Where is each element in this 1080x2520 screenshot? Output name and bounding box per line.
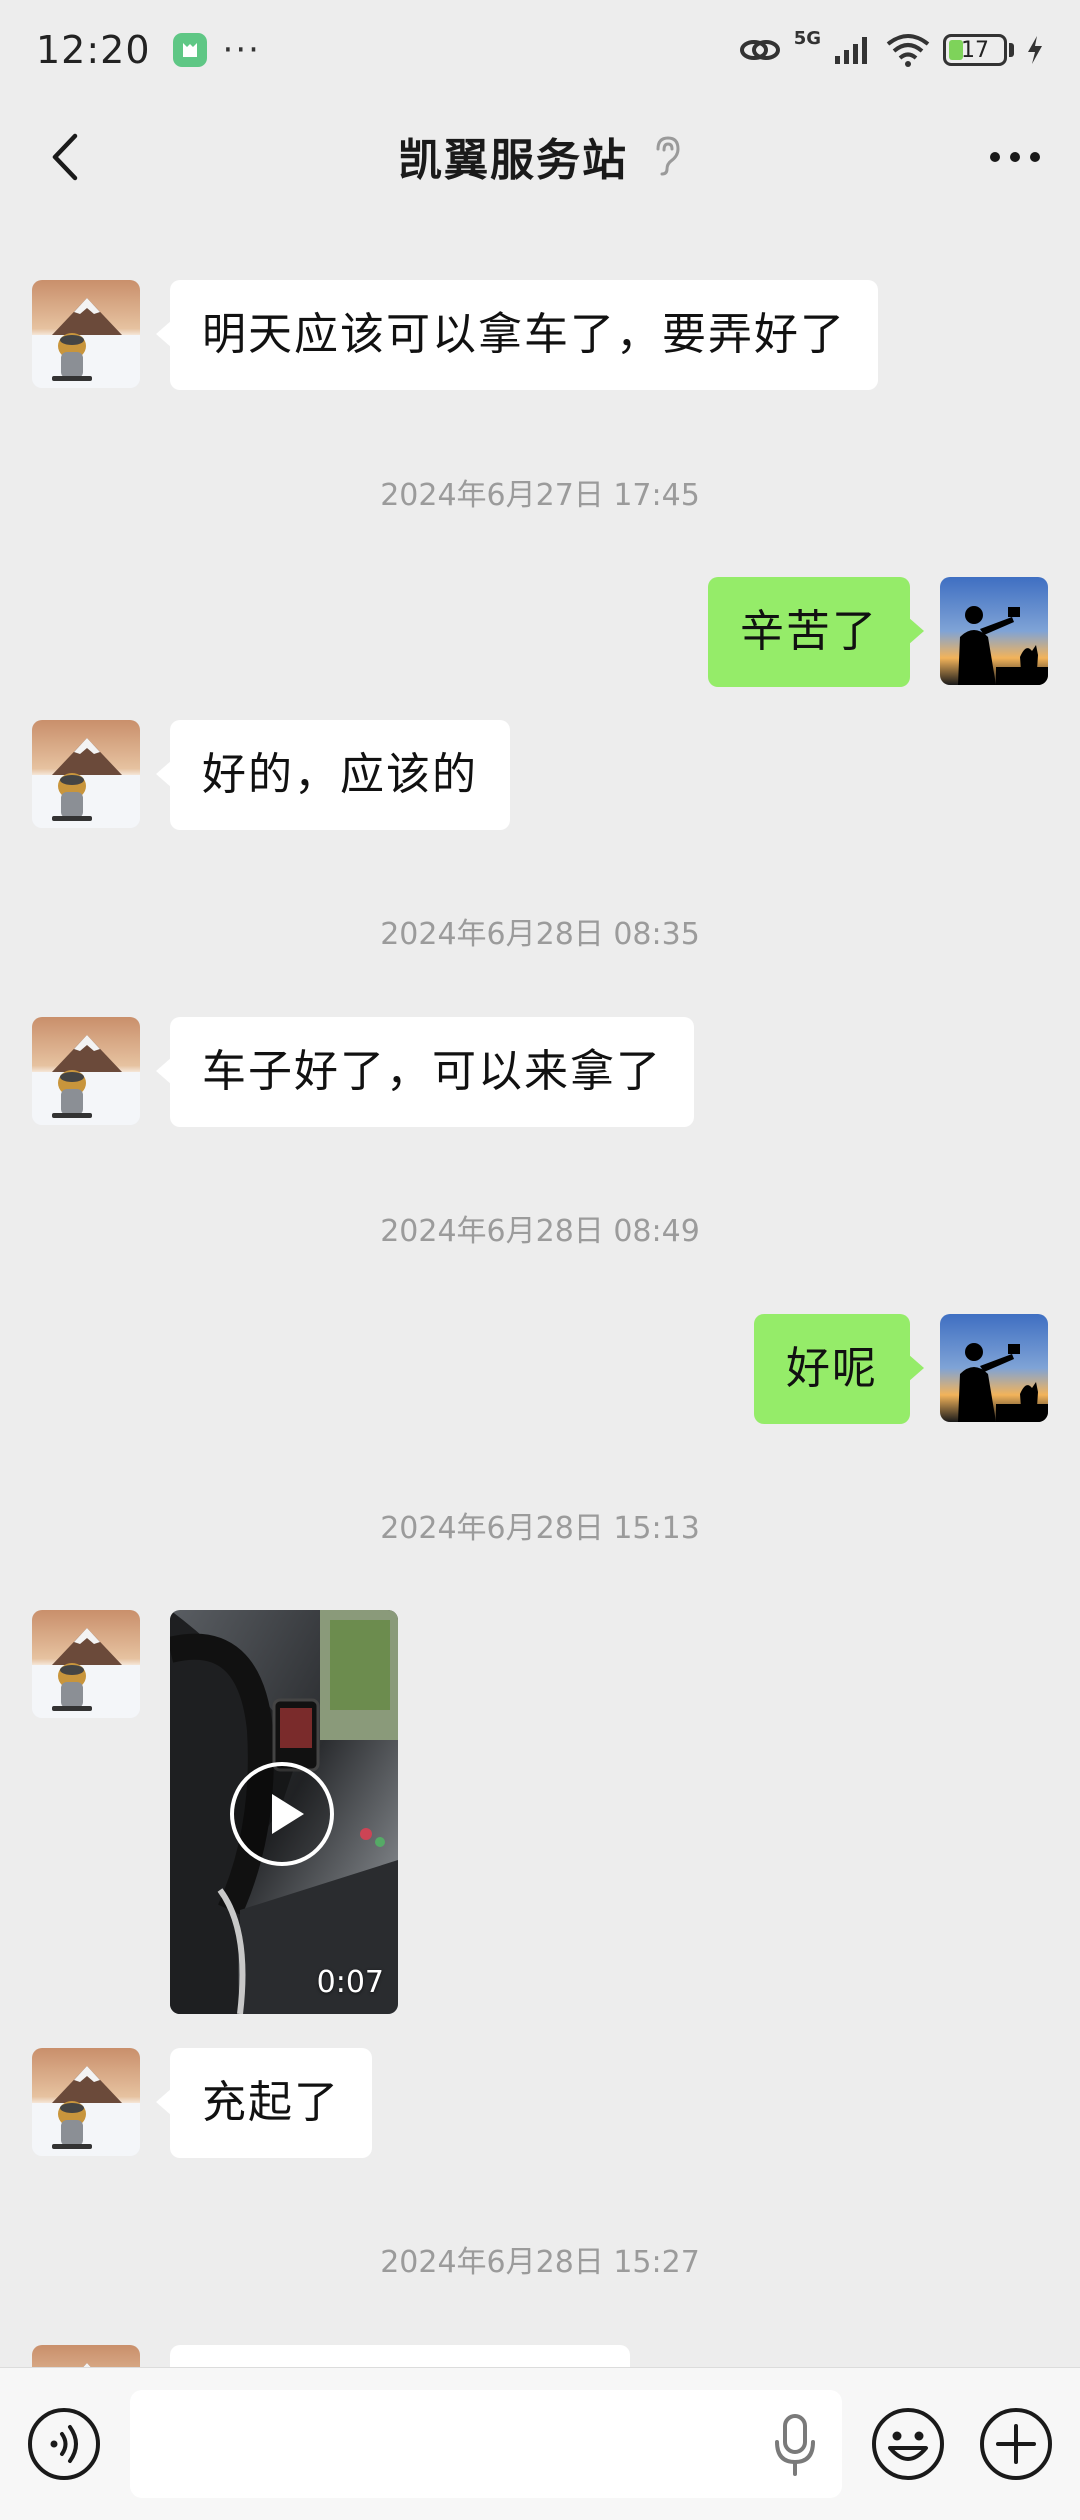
- contact-avatar[interactable]: [32, 720, 140, 828]
- message-row: 好的，应该的: [0, 720, 1080, 830]
- message-timestamp: 2024年6月28日 08:49: [380, 1214, 700, 1249]
- wifi-icon: [886, 34, 930, 67]
- message-bubble[interactable]: 好呢: [754, 1314, 924, 1424]
- message-row: 车子好了，可以来拿了: [0, 1017, 1080, 1127]
- battery-level: 17: [961, 37, 989, 63]
- message-bubble[interactable]: 辛苦了: [708, 577, 924, 687]
- signal-icon: [835, 37, 867, 64]
- message-row: 好呢: [0, 1314, 1080, 1424]
- voice-input-toggle[interactable]: [26, 2406, 102, 2482]
- mi-home-notification-icon: [172, 33, 207, 67]
- video-duration: 0:07: [316, 1965, 384, 2000]
- status-time: 12:20: [36, 28, 151, 72]
- ear-icon: [656, 136, 680, 176]
- status-bar: 12:20 ··· 5G 17: [0, 0, 1080, 100]
- contact-avatar[interactable]: [32, 2048, 140, 2156]
- plus-icon: [980, 2408, 1052, 2480]
- message-row: 辛苦了: [0, 577, 1080, 687]
- contact-avatar[interactable]: [32, 2345, 140, 2367]
- network-type: 5G: [793, 28, 821, 49]
- video-message[interactable]: 0:07: [170, 1610, 398, 2014]
- message-input[interactable]: [130, 2390, 842, 2498]
- voice-icon: [28, 2408, 100, 2480]
- back-icon: [52, 133, 78, 181]
- more-options-button[interactable]: [980, 122, 1050, 192]
- message-bubble-partial[interactable]: [170, 2345, 630, 2367]
- battery-cap: [1009, 43, 1014, 57]
- more-notifications-icon: ···: [222, 30, 261, 70]
- message-timestamp: 2024年6月28日 08:35: [380, 917, 700, 952]
- emoji-icon: [872, 2408, 944, 2480]
- hotspot-link-icon: [739, 40, 780, 60]
- mic-icon: [775, 2414, 815, 2476]
- message-timestamp: 2024年6月28日 15:27: [380, 2245, 700, 2280]
- message-bubble[interactable]: 充起了: [156, 2048, 372, 2158]
- charging-icon: [1028, 36, 1042, 64]
- more-functions-button[interactable]: [978, 2406, 1054, 2482]
- emoji-button[interactable]: [870, 2406, 946, 2482]
- self-avatar[interactable]: [940, 577, 1048, 685]
- message-bubble[interactable]: 明天应该可以拿车了，要弄好了: [156, 280, 878, 390]
- chat-title[interactable]: 凯翼服务站: [398, 124, 628, 188]
- input-bar: [0, 2367, 1080, 2520]
- contact-avatar[interactable]: [32, 1017, 140, 1125]
- contact-avatar[interactable]: [32, 280, 140, 388]
- message-timestamp: 2024年6月27日 17:45: [380, 478, 700, 513]
- status-indicators: 5G 17: [738, 28, 1044, 68]
- contact-avatar[interactable]: [32, 1610, 140, 1718]
- message-row-partial: [0, 2345, 1080, 2367]
- message-row: 明天应该可以拿车了，要弄好了: [0, 280, 1080, 390]
- back-button[interactable]: [30, 122, 100, 192]
- battery-indicator: 17: [943, 34, 1007, 66]
- play-icon[interactable]: [228, 1760, 336, 1868]
- message-row: 0:07: [0, 1610, 1080, 2014]
- chat-header: 凯翼服务站: [0, 100, 1080, 212]
- message-timestamp: 2024年6月28日 15:13: [380, 1511, 700, 1546]
- self-avatar[interactable]: [940, 1314, 1048, 1422]
- message-list[interactable]: 明天应该可以拿车了，要弄好了 2024年6月27日 17:45 辛苦了 好的，应…: [0, 212, 1080, 2367]
- more-icon: [990, 152, 1040, 162]
- message-row: 充起了: [0, 2048, 1080, 2158]
- message-bubble[interactable]: 车子好了，可以来拿了: [156, 1017, 694, 1127]
- message-bubble[interactable]: 好的，应该的: [156, 720, 510, 830]
- speech-to-text-button[interactable]: [765, 2410, 825, 2480]
